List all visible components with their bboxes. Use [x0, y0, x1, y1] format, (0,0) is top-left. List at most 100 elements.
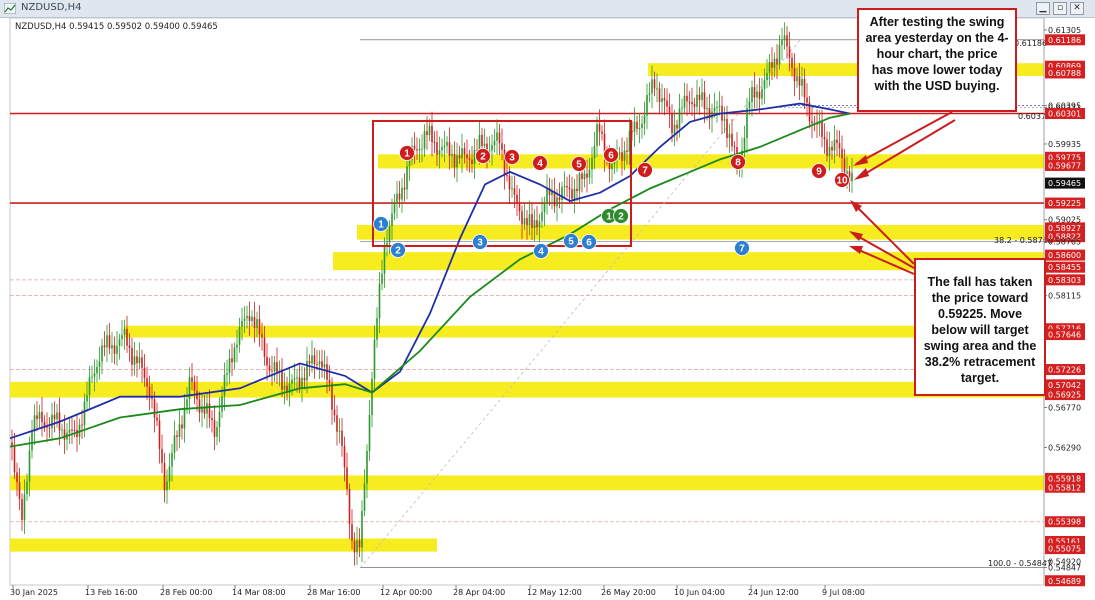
candle-body: [428, 125, 431, 135]
candle-body: [513, 188, 516, 195]
candle-body: [641, 123, 643, 128]
price-label: 0.61305: [1048, 26, 1081, 35]
candle-body: [758, 91, 761, 99]
candle-body: [716, 106, 718, 108]
svg-text:1: 1: [404, 149, 410, 160]
candle-body: [183, 407, 186, 429]
candle-body: [191, 377, 193, 382]
price-label: 0.57042: [1048, 381, 1081, 390]
candle-body: [63, 429, 66, 440]
time-label: 30 Jan 2025: [10, 588, 58, 597]
candle-body: [341, 430, 343, 446]
candle-body: [53, 414, 56, 420]
candle-body: [276, 362, 278, 373]
candle-body: [468, 158, 471, 160]
candle-body: [803, 78, 806, 98]
candle-body: [353, 540, 356, 553]
candle-body: [526, 218, 528, 226]
svg-text:7: 7: [642, 166, 648, 177]
candle-body: [408, 160, 411, 167]
candle-body: [351, 524, 353, 541]
candle-body: [651, 79, 653, 94]
price-label: 0.60301: [1048, 110, 1081, 119]
candle-body: [116, 345, 118, 354]
candle-body: [436, 142, 438, 155]
candle-body: [311, 355, 313, 364]
svg-text:1: 1: [378, 220, 384, 231]
candle-body: [48, 427, 51, 429]
candle-body: [683, 95, 686, 108]
candle-body: [136, 356, 138, 364]
candle-body: [713, 107, 716, 112]
candle-body: [576, 188, 578, 192]
time-label: 12 Apr 00:00: [380, 588, 432, 597]
candle-body: [656, 88, 658, 90]
candle-body: [773, 58, 776, 68]
candle-body: [81, 424, 83, 426]
candle-body: [36, 415, 38, 420]
candle-body: [73, 429, 76, 431]
candle-body: [151, 397, 153, 400]
time-label: 26 May 20:00: [601, 588, 656, 597]
candle-body: [198, 399, 201, 413]
red-marker-2: 2: [475, 148, 491, 164]
red-marker-5: 5: [571, 156, 587, 172]
candle-body: [728, 133, 731, 139]
candle-body: [696, 94, 698, 107]
minimize-button[interactable]: ▁: [1036, 2, 1050, 15]
maximize-button[interactable]: ▫: [1053, 2, 1067, 15]
candle-body: [251, 316, 253, 322]
close-button[interactable]: ✕: [1070, 2, 1084, 15]
candle-body: [543, 203, 546, 213]
candle-body: [348, 489, 351, 525]
price-label: 0.54847: [1048, 564, 1081, 573]
time-axis[interactable]: 30 Jan 2025 13 Feb 16:00 28 Feb 00:00 14 Ma…: [10, 585, 865, 597]
svg-text:6: 6: [586, 238, 592, 249]
candle-body: [143, 367, 146, 379]
candle-body: [653, 79, 656, 89]
candle-body: [531, 214, 533, 229]
candle-body: [578, 173, 581, 192]
candle-body: [583, 173, 586, 180]
price-label: 0.56770: [1048, 403, 1081, 412]
red-marker-4: 4: [532, 155, 548, 171]
candle-body: [753, 87, 756, 98]
candle-body: [801, 78, 803, 86]
candle-body: [118, 339, 121, 346]
candle-body: [533, 220, 536, 229]
candle-body: [298, 377, 301, 388]
svg-text:3: 3: [509, 153, 515, 164]
candle-body: [186, 399, 188, 408]
candle-body: [296, 377, 298, 379]
time-label: 14 Mar 08:00: [232, 588, 285, 597]
svg-text:3: 3: [477, 238, 483, 249]
candle-body: [338, 430, 341, 432]
candle-body: [726, 119, 728, 139]
candle-body: [258, 319, 261, 334]
candle-body: [243, 318, 246, 321]
candle-body: [236, 344, 238, 348]
candle-body: [793, 68, 796, 82]
candle-body: [261, 333, 263, 338]
time-label: 28 Apr 04:00: [453, 588, 505, 597]
candle-body: [756, 91, 758, 98]
candle-body: [393, 203, 396, 214]
candle-body: [561, 187, 563, 200]
candle-body: [268, 365, 271, 371]
candle-body: [68, 429, 71, 433]
svg-text:7: 7: [739, 244, 745, 255]
price-label: 0.58303: [1048, 276, 1081, 285]
red-marker-3: 3: [504, 149, 520, 165]
price-label: 0.58455: [1048, 263, 1081, 272]
blue-marker-6: 6: [581, 234, 597, 250]
blue-marker-3: 3: [472, 234, 488, 250]
candle-body: [93, 373, 96, 377]
price-axis[interactable]: 0.613050.611860.608690.607880.603950.603…: [1043, 18, 1085, 587]
candle-body: [113, 345, 116, 354]
price-label: 0.59935: [1048, 140, 1081, 149]
candle-body: [451, 154, 453, 156]
candle-body: [26, 481, 28, 495]
candle-body: [573, 188, 576, 199]
candle-body: [406, 166, 408, 190]
candle-body: [213, 420, 216, 437]
